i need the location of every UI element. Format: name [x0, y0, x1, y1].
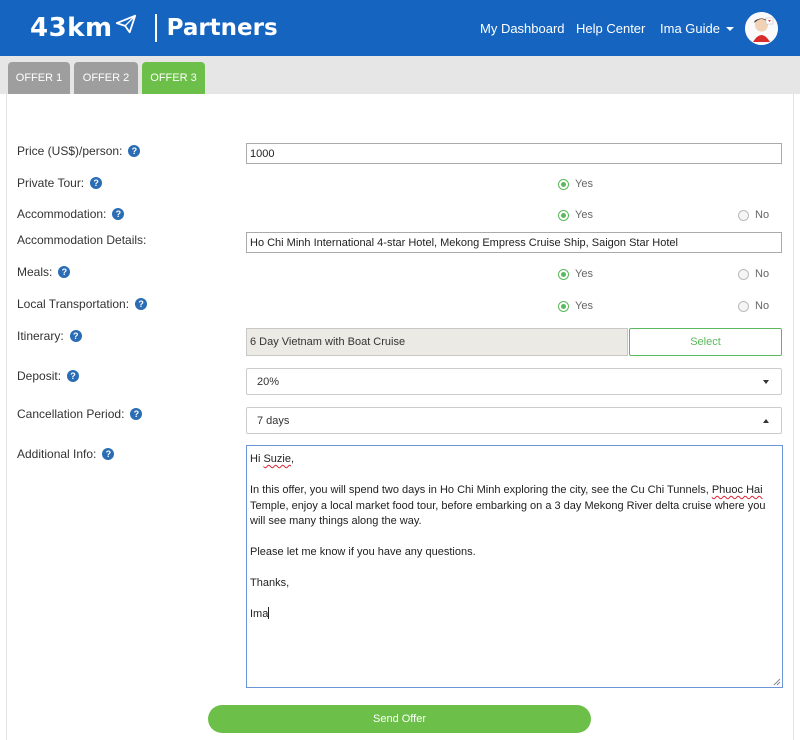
deposit-value: 20% — [257, 375, 280, 388]
local-transport-label: Local Transportation: ? — [17, 297, 148, 311]
brand[interactable]: 43km Partners — [30, 10, 278, 46]
message-body: In this offer, you will spend two days i… — [250, 484, 766, 527]
avatar[interactable] — [745, 12, 778, 45]
tab-offer-3[interactable]: OFFER 3 — [142, 62, 205, 94]
cancellation-label: Cancellation Period: ? — [17, 407, 143, 421]
radio-selected-icon — [558, 268, 569, 280]
message-greeting: Hi Suzie, — [250, 453, 295, 465]
accommodation-no-radio[interactable]: No — [738, 209, 769, 221]
price-label: Price (US$)/person: ? — [17, 144, 141, 158]
message-thanks: Thanks, — [250, 577, 290, 589]
help-icon[interactable]: ? — [90, 177, 103, 189]
accommodation-details-input[interactable]: Ho Chi Minh International 4-star Hotel, … — [246, 232, 782, 253]
brand-divider — [154, 14, 157, 42]
help-icon[interactable]: ? — [58, 266, 71, 278]
private-tour-label: Private Tour: ? — [17, 176, 103, 190]
top-navbar: 43km Partners My Dashboard Help Center I… — [0, 0, 800, 56]
user-menu-label: Ima Guide — [660, 20, 720, 36]
nav-my-dashboard[interactable]: My Dashboard — [480, 0, 565, 56]
tab-offer-2[interactable]: OFFER 2 — [74, 62, 138, 94]
spellcheck-word: Phuoc Hai — [711, 484, 763, 496]
help-icon[interactable]: ? — [130, 408, 143, 420]
cancellation-value: 7 days — [257, 414, 290, 427]
radio-unselected-icon — [738, 300, 749, 312]
chevron-down-icon — [725, 27, 734, 31]
additional-info-label: Additional Info: ? — [17, 447, 115, 461]
meals-no-radio[interactable]: No — [738, 268, 769, 280]
itinerary-select-button[interactable]: Select — [629, 328, 782, 356]
local-transport-no-radio[interactable]: No — [738, 300, 769, 312]
private-tour-yes-radio[interactable]: Yes — [558, 178, 593, 190]
message-signature: Ima — [250, 607, 270, 620]
paper-plane-icon — [115, 14, 136, 34]
itinerary-label: Itinerary: ? — [17, 329, 82, 343]
nav-help-center[interactable]: Help Center — [576, 0, 645, 56]
cancellation-select[interactable]: 7 days — [246, 407, 782, 434]
additional-info-textarea[interactable]: Hi Suzie, In this offer, you will spend … — [246, 445, 783, 688]
help-icon[interactable]: ? — [69, 330, 82, 342]
deposit-label: Deposit: ? — [17, 369, 80, 383]
radio-unselected-icon — [738, 209, 749, 221]
caret-up-icon — [763, 419, 769, 423]
radio-selected-icon — [558, 178, 569, 190]
resize-handle-icon[interactable] — [772, 677, 781, 686]
send-offer-button[interactable]: Send Offer — [208, 705, 591, 733]
radio-selected-icon — [558, 209, 569, 221]
caret-down-icon — [763, 380, 769, 384]
meals-label: Meals: ? — [17, 265, 71, 279]
help-icon[interactable]: ? — [67, 370, 80, 382]
tab-offer-1[interactable]: OFFER 1 — [8, 62, 70, 94]
product-name: Partners — [166, 15, 278, 41]
text-cursor — [268, 607, 270, 619]
help-icon[interactable]: ? — [112, 208, 125, 220]
spellcheck-word: Suzie — [263, 453, 291, 465]
avatar-illustration-icon — [745, 12, 778, 45]
itinerary-field: 6 Day Vietnam with Boat Cruise — [246, 328, 628, 356]
deposit-select[interactable]: 20% — [246, 368, 782, 395]
accommodation-details-label: Accommodation Details: — [17, 233, 147, 247]
help-icon[interactable]: ? — [135, 298, 148, 310]
accommodation-yes-radio[interactable]: Yes — [558, 209, 593, 221]
help-icon[interactable]: ? — [102, 448, 115, 460]
meals-yes-radio[interactable]: Yes — [558, 268, 593, 280]
help-icon[interactable]: ? — [128, 145, 141, 157]
local-transport-yes-radio[interactable]: Yes — [558, 300, 593, 312]
message-questions: Please let me know if you have any quest… — [250, 546, 476, 558]
price-input[interactable]: 1000 — [246, 143, 782, 164]
user-menu[interactable]: Ima Guide — [660, 0, 734, 56]
radio-selected-icon — [558, 300, 569, 312]
logo-text: 43km — [30, 13, 113, 43]
radio-unselected-icon — [738, 268, 749, 280]
accommodation-label: Accommodation: ? — [17, 207, 125, 221]
